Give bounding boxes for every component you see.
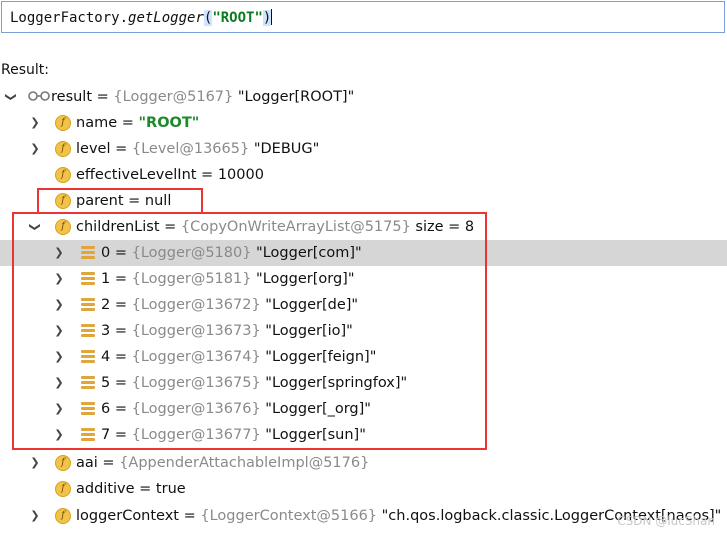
field-name: loggerContext	[76, 508, 179, 524]
field-name: name	[76, 115, 118, 131]
field-value: "DEBUG"	[249, 141, 320, 157]
text-caret	[271, 9, 273, 25]
object-ref: {LoggerContext@5166}	[200, 508, 378, 524]
tree-row-aai[interactable]: f aai = {AppenderAttachableImpl@5176}	[0, 450, 727, 476]
equals-sign: =	[134, 481, 156, 497]
equals-sign: =	[179, 508, 201, 524]
field-name: aai	[76, 455, 98, 471]
variable-name: result	[51, 89, 93, 105]
field-value: true	[155, 481, 186, 497]
expression-input[interactable]: LoggerFactory.getLogger("ROOT")	[1, 1, 725, 33]
highlight-box-children-list	[12, 212, 487, 450]
field-name: additive	[76, 481, 135, 497]
tree-row-name[interactable]: f name = "ROOT"	[0, 110, 727, 136]
field-icon: f	[55, 508, 71, 524]
field-name: level	[76, 141, 111, 157]
field-icon: f	[55, 115, 71, 131]
field-icon: f	[55, 455, 71, 471]
equals-sign: =	[196, 167, 218, 183]
expression-text[interactable]: LoggerFactory.getLogger("ROOT")	[10, 9, 273, 26]
result-label: Result:	[1, 62, 49, 78]
expression-close-paren: )	[262, 10, 272, 26]
variable-value: "Logger[ROOT]"	[233, 89, 355, 105]
field-icon: f	[55, 141, 71, 157]
object-ref: {Level@13665}	[131, 141, 250, 157]
equals-sign: =	[117, 115, 139, 131]
field-value: 10000	[217, 167, 264, 183]
watch-glasses-icon	[28, 91, 50, 101]
expression-prefix: LoggerFactory.	[10, 10, 129, 26]
object-ref: {Logger@5167}	[113, 89, 234, 105]
expand-chevron-icon[interactable]	[28, 136, 42, 162]
tree-row-effective-level-int[interactable]: f effectiveLevelInt = 10000	[0, 162, 727, 188]
expression-argument: "ROOT"	[212, 10, 263, 26]
watermark: CSDN @lucShan	[617, 514, 715, 528]
tree-row-result[interactable]: result = {Logger@5167} "Logger[ROOT]"	[0, 84, 727, 110]
equals-sign: =	[92, 89, 114, 105]
equals-sign: =	[97, 455, 120, 471]
expand-chevron-icon[interactable]	[28, 110, 42, 136]
expand-chevron-icon[interactable]	[28, 450, 42, 476]
field-icon: f	[55, 167, 71, 183]
highlight-box-parent	[37, 188, 203, 214]
tree-row-level[interactable]: f level = {Level@13665} "DEBUG"	[0, 136, 727, 162]
tree-row-additive[interactable]: f additive = true	[0, 476, 727, 502]
field-value: "ROOT"	[138, 115, 200, 131]
object-ref: {AppenderAttachableImpl@5176}	[119, 455, 370, 471]
field-icon: f	[55, 481, 71, 497]
expand-chevron-icon[interactable]	[28, 503, 42, 529]
field-name: effectiveLevelInt	[76, 167, 197, 183]
equals-sign: =	[110, 141, 132, 157]
collapse-chevron-icon[interactable]	[4, 84, 18, 110]
expression-method: getLogger	[128, 10, 204, 26]
